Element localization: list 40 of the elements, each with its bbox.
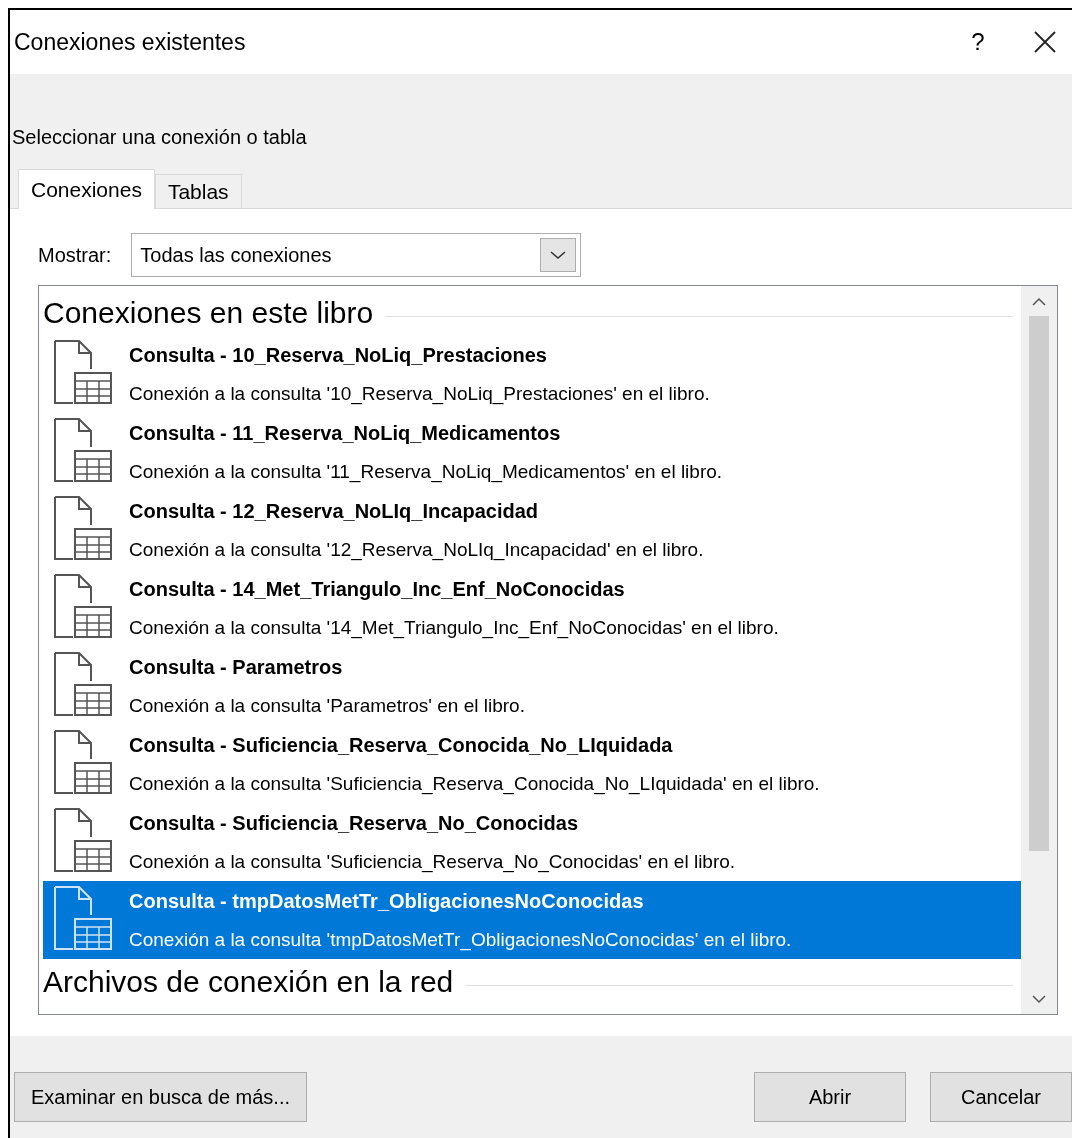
connection-description: Conexión a la consulta '10_Reserva_NoLiq_Prestaciones' en el libro. [129,381,710,407]
connection-item[interactable]: Consulta - 10_Reserva_NoLiq_Prestaciones Conexión a la consulta '10_Reserva_NoLiq_Prestaciones' en el libro. [43,335,1021,413]
show-label: Mostrar: [38,243,112,268]
scrollbar-thumb[interactable] [1029,316,1049,851]
connection-item[interactable]: Consulta - 11_Reserva_NoLiq_Medicamentos Conexión a la consulta '11_Reserva_NoLiq_Medicamentos' en el libro. [43,413,1021,491]
connection-name: Consulta - Parametros [129,654,344,680]
connection-description: Conexión a la consulta 'Parametros' en el libro. [129,693,525,718]
help-button[interactable]: ? [954,24,1002,60]
connection-name: Consulta - tmpDatosMetTr_ObligacionesNoConocidas [129,888,645,914]
connection-name: Consulta - Suficiencia_Reserva_No_Conocidas [129,810,580,836]
browse-button[interactable]: Examinar en busca de más... [14,1072,307,1122]
tab[interactable]: Tablas [154,174,242,208]
connection-item[interactable]: Consulta - Suficiencia_Reserva_Conocida_No_LIquidada Conexión a la consulta 'Suficiencia_Reserva_Conocida_No_LIquidada' en el libro. [43,725,1021,803]
connection-description: Conexión a la consulta 'tmpDatosMetTr_ObligacionesNoConocidas' en el libro. [129,927,792,953]
connection-name: Consulta - Suficiencia_Reserva_Conocida_No_LIquidada [129,732,674,758]
chevron-down-icon [540,238,577,272]
connection-description: Conexión a la consulta '12_Reserva_NoLIq_Incapacidad' en el libro. [129,537,704,563]
connection-filter-dropdown[interactable]: Todas las conexiones [131,233,582,277]
open-button[interactable]: Abrir [754,1072,906,1122]
connection-name: Consulta - 10_Reserva_NoLiq_Prestaciones [129,342,548,368]
connection-description: Conexión a la consulta 'Suficiencia_Reserva_Conocida_No_LIquidada' en el libro. [129,771,820,797]
connection-item[interactable]: Consulta - 14_Met_Triangulo_Inc_Enf_NoConocidas Conexión a la consulta '14_Met_Triangulo_Inc_Enf_NoConocidas' en el libro. [43,569,1021,647]
connection-item[interactable]: Consulta - 12_Reserva_NoLIq_Incapacidad Conexión a la consulta '12_Reserva_NoLIq_Incapacidad' en el libro. [43,491,1021,569]
group-header: Archivos de conexión en la red [43,964,454,1000]
connection-item[interactable]: Consulta - Parametros Conexión a la consulta 'Parametros' en el libro. [43,647,1021,725]
window-title: Conexiones existentes [14,27,247,57]
connection-name: Consulta - 12_Reserva_NoLIq_Incapacidad [129,498,540,524]
close-icon[interactable] [1034,31,1056,53]
scrollbar[interactable] [1021,286,1057,1014]
group-header: Conexiones en este libro [43,295,374,331]
instruction-text: Seleccionar una conexión o tabla [11,125,308,150]
connection-item[interactable]: Consulta - Suficiencia_Reserva_No_Conocidas Conexión a la consulta 'Suficiencia_Reserva_No_Conocidas' en el libro. [43,803,1021,881]
tab[interactable]: Conexiones [18,169,155,209]
connection-description: Conexión a la consulta '11_Reserva_NoLiq_Medicamentos' en el libro. [129,459,723,485]
connection-description: Conexión a la consulta '14_Met_Triangulo_Inc_Enf_NoConocidas' en el libro. [129,615,779,641]
connection-name: Consulta - 14_Met_Triangulo_Inc_Enf_NoConocidas [129,576,626,602]
cancel-button[interactable]: Cancelar [930,1072,1072,1122]
connection-description: Conexión a la consulta 'Suficiencia_Reserva_No_Conocidas' en el libro. [129,849,736,875]
connection-name: Consulta - 11_Reserva_NoLiq_Medicamentos [129,420,562,446]
connection-item[interactable]: Consulta - tmpDatosMetTr_ObligacionesNoConocidas Conexión a la consulta 'tmpDatosMetTr_ObligacionesNoConocidas' en el libro. [43,881,1021,959]
